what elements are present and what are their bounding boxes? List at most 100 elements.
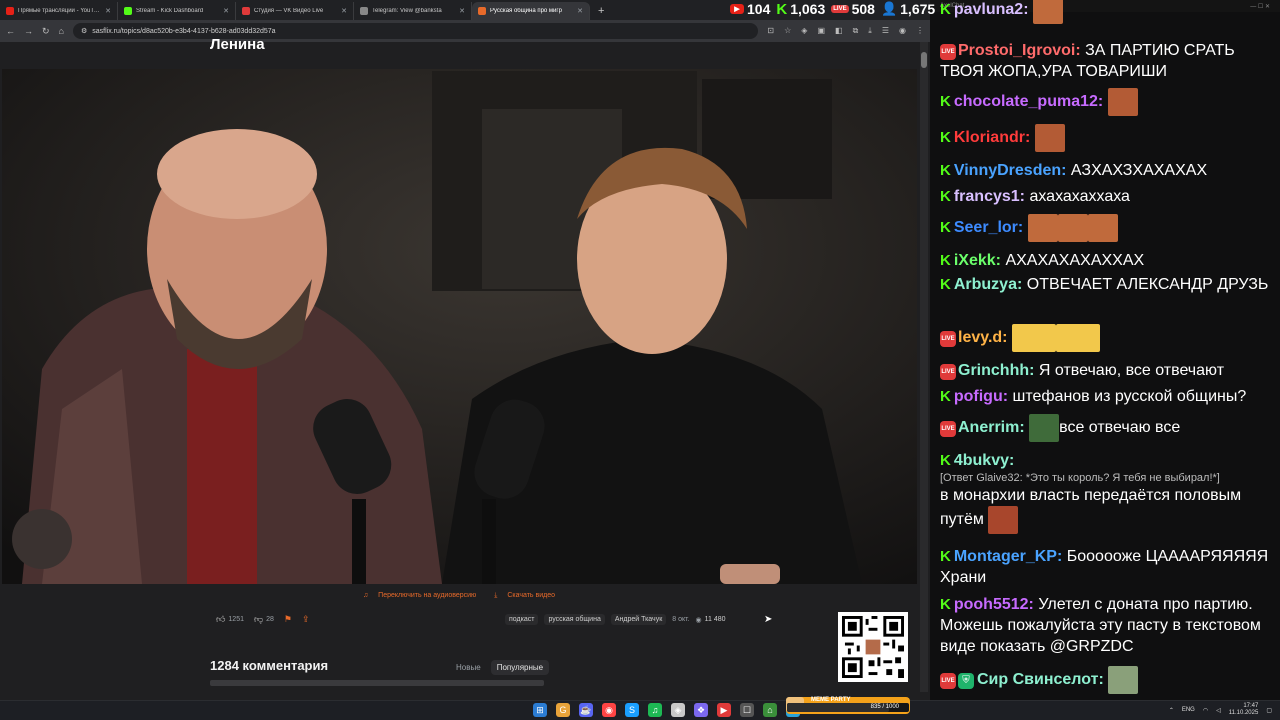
taskbar-app-icon[interactable]: ⊞ [533,703,547,717]
tab-youtube[interactable]: Прямые трансляции - YouTube ✕ [0,2,118,20]
language-indicator[interactable]: ENG [1182,707,1195,713]
wifi-icon[interactable]: ◠ [1203,707,1208,714]
extension-icon[interactable]: ◧ [835,26,843,36]
profile-icon[interactable]: ◉ [899,26,906,36]
chat-username[interactable]: Anerrim: [958,419,1025,436]
menu-icon[interactable]: ⋮ [916,26,924,36]
new-tab-button[interactable]: + [590,2,612,20]
comment-input-placeholder[interactable] [210,680,544,686]
taskbar-app-icon[interactable]: ⌂ [763,703,777,717]
chat-username[interactable]: 4bukvy: [954,452,1014,469]
vk-live-badge-icon: LIVE [940,421,956,438]
chat-username[interactable]: francys1: [954,188,1025,205]
scrollbar-thumb[interactable] [921,52,927,68]
sort-new-tab[interactable]: Новые [450,660,487,675]
chat-username[interactable]: Сир Свинселот: [977,671,1104,688]
chat-username[interactable]: Grinchhh: [958,362,1034,379]
chat-username[interactable]: Kloriandr: [954,129,1030,146]
chat-message: Kpooh5512: Улетел с доната про партию. М… [940,594,1270,657]
close-icon[interactable]: ✕ [105,7,111,15]
taskbar-app-icon[interactable]: ◈ [671,703,685,717]
share-button[interactable]: ⇪ [302,614,310,625]
extension-icon[interactable]: ▣ [817,26,825,36]
like-button[interactable]: 👍︎ 1251 [216,614,244,625]
site-info-icon[interactable]: ⚙ [81,27,87,35]
tab-vk[interactable]: Студия — VK Видео Live ✕ [236,2,354,20]
reload-icon[interactable]: ↻ [42,26,50,37]
extension-icon[interactable]: ◈ [801,26,807,36]
qr-pattern [842,616,904,678]
chat-message: K Montager_KP: Боооооже ЦААААРЯЯЯЯЯ Храни [940,546,1270,588]
view-count: ◉ 11 480 [696,616,726,624]
kick-badge-icon: K [940,93,951,111]
chat-username[interactable]: Prostoi_Igrovoi: [958,42,1081,59]
taskbar-app-icon[interactable]: G [556,703,570,717]
chat-message: LIVE Anerrim: все отвечаю все [940,414,1270,442]
forward-icon[interactable]: → [24,26,33,36]
dislike-button[interactable]: 👎︎ 28 [254,614,274,625]
chat-username[interactable]: pooh5512: [954,596,1034,613]
comments-heading: 1284 комментария [210,658,329,673]
notifications-icon[interactable]: ▢ [1266,707,1272,714]
tab-label: Telegram: View @banksta [372,8,442,14]
taskbar-app-icon[interactable]: ❖ [694,703,708,717]
page-scrollbar[interactable] [920,42,928,692]
install-icon[interactable]: ⊡ [767,26,774,36]
kick-badge-icon: K [940,276,951,293]
taskbar-app-icon[interactable]: ◉ [602,703,616,717]
bookmark-icon: ⚑ [283,614,292,624]
back-icon[interactable]: ← [6,26,15,36]
tab-kick[interactable]: Stream - Kick Dashboard ✕ [118,2,236,20]
chat-message-text: в монархии власть передаётся половым пут… [940,487,1242,529]
sort-popular-tab[interactable]: Популярные [490,660,550,675]
media-links: ♫ Переключить на аудиоверсию ⤓ Скачать в… [0,592,918,600]
audio-version-label: Переключить на аудиоверсию [378,592,477,599]
tag-list: подкаст русская община Андрей Ткачук 8 о… [505,614,726,625]
chat-username[interactable]: Arbuzya: [954,276,1022,293]
kick-icon [124,7,132,15]
clock[interactable]: 17:47 11.10.2025 [1229,703,1259,717]
chat-username[interactable]: iXekk: [954,252,1001,269]
tag-chip[interactable]: русская община [544,614,605,625]
site-icon [478,7,486,15]
volume-icon[interactable]: ◁ [1216,707,1221,714]
bookmark-button[interactable]: ⚑ [284,614,292,625]
audio-version-link[interactable]: ♫ Переключить на аудиоверсию [359,592,480,599]
download-video-link[interactable]: ⤓ Скачать видео [490,592,559,599]
close-icon[interactable]: ✕ [577,7,583,15]
chat-username[interactable]: chocolate_puma12: [954,93,1103,110]
download-icon[interactable]: ⤓ [868,26,872,36]
video-player[interactable] [2,69,917,584]
chat-username[interactable]: Seer_lor: [954,219,1023,236]
emote-image [1107,88,1138,116]
home-icon[interactable]: ⌂ [59,26,64,36]
puzzle-icon[interactable]: ⧉ [853,26,859,36]
address-bar[interactable]: ⚙ sasflix.ru/topics/d8ac520b-e3b4-4137-b… [72,23,759,39]
tag-chip[interactable]: Андрей Ткачук [610,614,667,625]
close-icon[interactable]: ✕ [341,7,347,15]
close-icon[interactable]: ✕ [459,7,465,15]
page-title: Ленина [210,36,265,53]
tag-chip[interactable]: подкаст [505,614,539,625]
taskbar-app-icon[interactable]: ☕ [579,703,593,717]
taskbar-app-icon[interactable]: S [625,703,639,717]
chat-panel: AxelChat — ☐ ✕ Kpavluna2: LIVE Prostoi_Ig… [930,0,1280,700]
chat-message: K Arbuzya: ОТВЕЧАЕТ АЛЕКСАНДР ДРУЗЬ [940,274,1270,295]
chevron-up-icon[interactable]: ⌃ [1169,707,1174,714]
browser-toolbar: ← → ↻ ⌂ ⚙ sasflix.ru/topics/d8ac520b-e3b… [0,20,930,42]
chat-username[interactable]: pavluna2: [954,1,1029,18]
sidebar-icon[interactable]: ☰ [882,26,889,36]
like-count: 1251 [228,616,244,623]
chat-username[interactable]: pofigu: [954,388,1008,405]
emote-image [1087,214,1118,242]
chat-username[interactable]: levy.d: [958,329,1008,346]
close-icon[interactable]: ✕ [223,7,229,15]
taskbar-app-icon[interactable]: ♫ [648,703,662,717]
chat-username[interactable]: Montager_KP: [954,548,1062,565]
tab-active-page[interactable]: Русская община про мигр ✕ [472,2,590,20]
chat-username[interactable]: VinnyDresden: [954,162,1067,179]
bookmark-star-icon[interactable]: ☆ [784,26,791,36]
tab-telegram[interactable]: Telegram: View @banksta ✕ [354,2,472,20]
taskbar-app-icon[interactable]: ▶ [717,703,731,717]
taskbar-app-icon[interactable]: ☐ [740,703,754,717]
